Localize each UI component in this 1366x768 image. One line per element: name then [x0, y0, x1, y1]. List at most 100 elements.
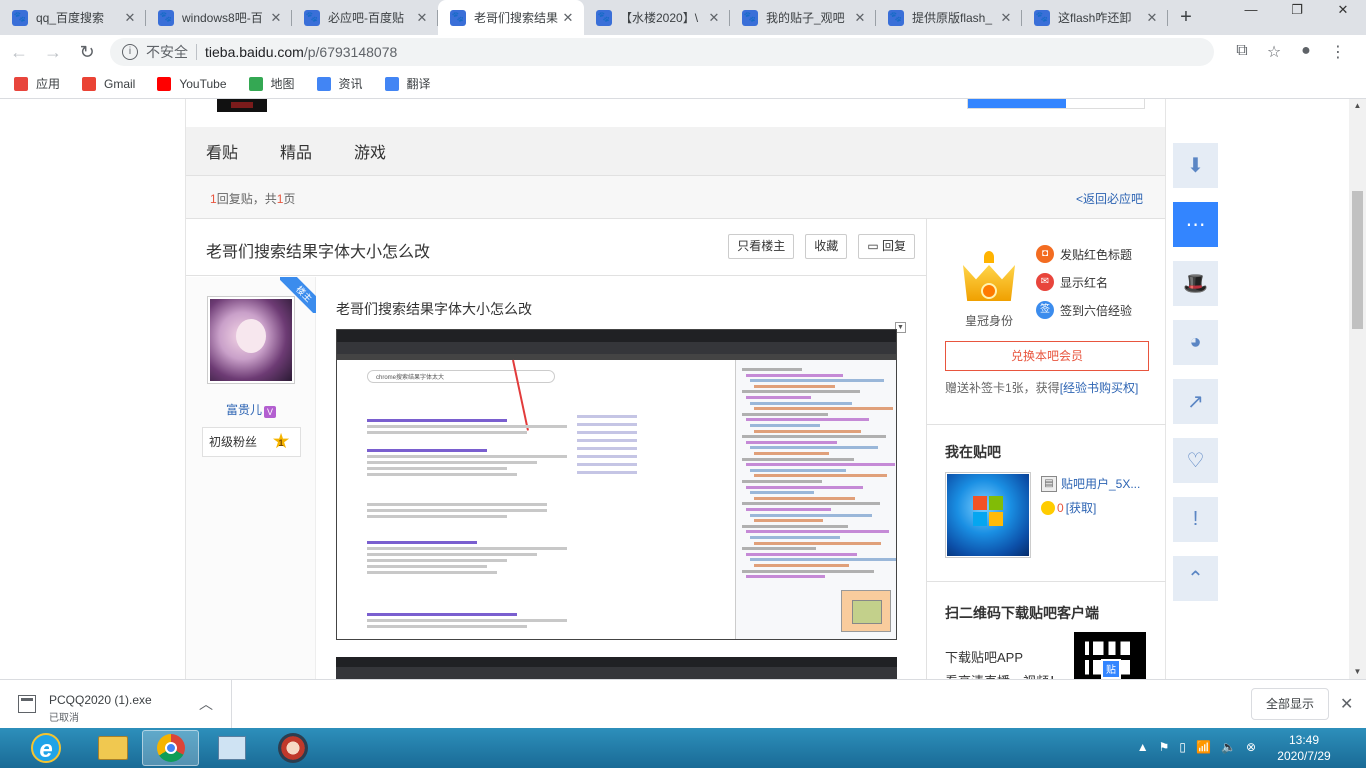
tab-close-icon[interactable]: ✕ — [998, 10, 1014, 26]
back-to-top-icon[interactable]: ⌃ — [1173, 556, 1218, 601]
tab-close-icon[interactable]: ✕ — [268, 10, 284, 26]
vip-feature: 签签到六倍经验 — [1036, 301, 1132, 319]
bookmark-star-icon[interactable]: ☆ — [1258, 42, 1290, 62]
minimize-button[interactable]: — — [1228, 0, 1274, 22]
tab-close-icon[interactable]: ✕ — [122, 10, 138, 26]
report-icon[interactable]: ! — [1173, 497, 1218, 542]
message-icon[interactable]: ⋯ — [1173, 202, 1218, 247]
redeem-vip-button[interactable]: 兑换本吧会员 — [945, 341, 1149, 371]
user-name[interactable]: ▤ 贴吧用户_5X... — [1041, 475, 1140, 492]
close-window-button[interactable]: ✕ — [1320, 0, 1366, 22]
power-icon[interactable]: ▯ — [1179, 740, 1186, 754]
code-line — [750, 513, 872, 517]
clock[interactable]: 13:49 2020/7/29 — [1264, 732, 1344, 764]
magic-hat-icon[interactable]: 🎩 — [1173, 261, 1218, 306]
browser-tab[interactable]: 🐾 我的贴子_观吧 ✕ — [730, 0, 876, 35]
scroll-down-arrow-icon[interactable]: ▼ — [1349, 665, 1366, 679]
close-icon[interactable]: ✕ — [1340, 694, 1353, 714]
nav-tab-games[interactable]: 游戏 — [354, 139, 386, 163]
post-screenshot-image[interactable]: chrome搜索结果字体太大 — [336, 329, 897, 640]
nav-tab-featured[interactable]: 精品 — [280, 139, 312, 163]
browser-tab[interactable]: 🐾 windows8吧-百 ✕ — [146, 0, 292, 35]
bookmark-item[interactable]: 资讯 — [316, 75, 363, 92]
share-icon[interactable]: ↗ — [1173, 379, 1218, 424]
show-all-button[interactable]: 全部显示 — [1251, 688, 1329, 720]
page-scrollbar[interactable]: ▲ ▼ — [1349, 99, 1366, 679]
post-screenshot-image-2[interactable] — [336, 657, 897, 679]
only-op-button[interactable]: 只看楼主 — [728, 234, 795, 259]
chrome-icon[interactable] — [142, 730, 199, 766]
vip-note: 赠送补签卡1张，获得[经验书购买权] — [945, 379, 1138, 396]
tab-close-icon[interactable]: ✕ — [1144, 10, 1160, 26]
tab-close-icon[interactable]: ✕ — [852, 10, 868, 26]
scroll-up-arrow-icon[interactable]: ▲ — [1349, 99, 1366, 113]
show-hidden-icons-icon[interactable]: ▲ — [1137, 740, 1149, 754]
browser-tab[interactable]: 🐾 老哥们搜索结果 ✕ — [438, 0, 584, 35]
browser-tab[interactable]: 🐾 这flash咋还卸 ✕ — [1022, 0, 1168, 35]
extension-icon[interactable]: ⧉ — [1226, 42, 1258, 62]
crown-icon — [957, 245, 1021, 305]
exp-book-link[interactable]: [经验书购买权] — [1060, 381, 1139, 395]
info-icon[interactable]: i — [122, 44, 138, 60]
browser-tab[interactable]: 🐾 提供原版flash_ ✕ — [876, 0, 1022, 35]
address-bar[interactable]: i 不安全 tieba.baidu.com/p/6793148078 — [110, 38, 1214, 66]
bookmark-label: YouTube — [179, 76, 227, 91]
maps-icon — [248, 76, 263, 91]
favorite-button[interactable]: 收藏 — [805, 234, 848, 259]
scroll-thumb[interactable] — [1352, 191, 1363, 329]
file-explorer-icon[interactable] — [84, 730, 141, 766]
avatar[interactable] — [207, 296, 295, 384]
screenshot-result — [367, 500, 567, 518]
tab-strip: 🐾 qq_百度搜索 ✕ 🐾 windows8吧-百 ✕ 🐾 必应吧-百度贴 ✕ 🐾 老哥们搜索结果 ✕… — [0, 0, 1366, 35]
profile-icon[interactable]: ● — [1290, 42, 1322, 62]
forward-button[interactable]: → — [38, 37, 68, 67]
browser-tab[interactable]: 🐾 【水楼2020】\ ✕ — [584, 0, 730, 35]
bookmark-item[interactable]: 应用 — [14, 75, 60, 92]
flag-icon[interactable]: ⚑ — [1159, 740, 1170, 754]
browser-tab[interactable]: 🐾 必应吧-百度贴 ✕ — [292, 0, 438, 35]
task-manager-icon[interactable] — [203, 730, 260, 766]
red-title-icon: ◘ — [1036, 245, 1054, 263]
back-button[interactable]: ← — [4, 37, 34, 67]
bookmark-item[interactable]: Gmail — [82, 76, 135, 91]
search-button[interactable] — [968, 99, 1066, 108]
tab-close-icon[interactable]: ✕ — [560, 10, 576, 26]
chevron-up-icon[interactable]: ︿ — [199, 694, 213, 714]
forum-search[interactable] — [967, 99, 1145, 109]
browser-tab[interactable]: 🐾 qq_百度搜索 ✕ — [0, 0, 146, 35]
reply-button[interactable]: ▭ 回复 — [858, 234, 915, 259]
game-icon[interactable] — [264, 730, 321, 766]
network-icon[interactable]: 📶 — [1196, 740, 1211, 754]
user-avatar[interactable] — [945, 472, 1031, 558]
separator — [196, 44, 197, 60]
volume-icon[interactable]: 🔈 — [1221, 740, 1236, 754]
bear-icon[interactable]: ◕ — [1173, 320, 1218, 365]
bookmark-item[interactable]: YouTube — [157, 76, 227, 91]
download-app-icon[interactable]: ⬇ — [1173, 143, 1218, 188]
tab-title: qq_百度搜索 — [36, 11, 105, 25]
tab-close-icon[interactable]: ✕ — [706, 10, 722, 26]
favorite-heart-icon[interactable]: ♡ — [1173, 438, 1218, 483]
ime-icon[interactable]: ⊗ — [1246, 740, 1256, 754]
back-to-forum-link[interactable]: <返回必应吧 — [1076, 190, 1143, 207]
get-exp-link[interactable]: [获取] — [1066, 499, 1097, 516]
code-line — [750, 536, 840, 539]
author-name-text: 富贵儿 — [225, 403, 262, 417]
download-item[interactable]: PCQQ2020 (1).exe 已取消 ︿ — [0, 680, 232, 728]
author-name[interactable]: 富贵儿 V — [186, 401, 316, 418]
download-status: 已取消 — [49, 713, 79, 724]
reload-button[interactable]: ↻ — [72, 37, 102, 67]
floating-toolbar: ⬇ ⋯ 🎩 ◕ ↗ ♡ ! ⌃ — [1173, 143, 1218, 615]
new-tab-button[interactable]: + — [1168, 0, 1204, 35]
bookmark-item[interactable]: 地图 — [248, 75, 295, 92]
restore-button[interactable]: ❐ — [1274, 0, 1320, 22]
fan-level[interactable]: 初级粉丝 ★ 1 — [202, 427, 301, 457]
screenshot-box-model — [841, 590, 891, 632]
nav-tab-posts[interactable]: 看贴 — [206, 139, 238, 163]
bookmark-item[interactable]: 翻译 — [384, 75, 431, 92]
code-line — [750, 424, 820, 427]
internet-explorer-icon[interactable]: e — [22, 730, 70, 766]
thread-header: 老哥们搜索结果字体大小怎么改 只看楼主 收藏 ▭ 回复 — [186, 219, 926, 276]
tab-close-icon[interactable]: ✕ — [414, 10, 430, 26]
menu-icon[interactable]: ⋮ — [1322, 42, 1354, 62]
